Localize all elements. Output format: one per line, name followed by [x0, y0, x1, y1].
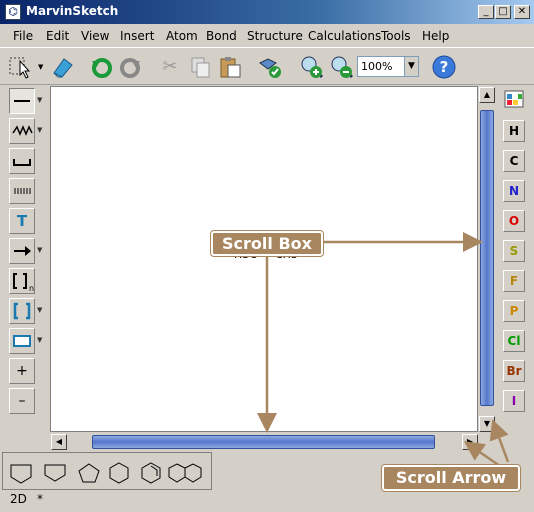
decrease-charge-button[interactable]: – — [9, 388, 35, 414]
status-mode: 2D — [10, 492, 27, 506]
bond-dropdown-icon[interactable]: ▼ — [37, 96, 45, 104]
minimize-button[interactable]: _ — [478, 5, 494, 19]
undo-icon[interactable] — [88, 53, 116, 81]
menu-bond[interactable]: Bond — [206, 29, 237, 43]
element-button-p[interactable]: P — [503, 300, 525, 322]
horizontal-scroll-box[interactable] — [92, 435, 435, 449]
zoom-out-icon[interactable] — [328, 53, 356, 81]
redo-icon[interactable] — [116, 53, 144, 81]
scroll-up-arrow-icon[interactable]: ▲ — [479, 87, 495, 103]
title-bar: ⌬ MarvinSketch _ □ ✕ — [0, 0, 534, 24]
hashed-line-tool[interactable] — [9, 178, 35, 204]
periodic-table-icon[interactable] — [503, 88, 525, 110]
status-bar: 2D * — [0, 490, 534, 512]
reaction-arrow-tool[interactable] — [9, 148, 35, 174]
copy-icon[interactable] — [186, 53, 214, 81]
arrow-dropdown-icon[interactable]: ▼ — [37, 246, 45, 254]
element-button-cl[interactable]: Cl — [503, 330, 525, 352]
benzene-template-icon — [141, 462, 161, 484]
increase-charge-button[interactable]: + — [9, 358, 35, 384]
element-button-f[interactable]: F — [503, 270, 525, 292]
close-button[interactable]: ✕ — [514, 5, 530, 19]
scroll-left-arrow-icon[interactable]: ◀ — [51, 434, 67, 450]
cyclopentane-template-icon — [78, 463, 100, 483]
help-icon[interactable]: ? — [430, 53, 458, 81]
scroll-arrow-callout: Scroll Arrow — [382, 465, 520, 491]
menu-tools[interactable]: Tools — [381, 29, 411, 43]
maximize-button[interactable]: □ — [495, 5, 511, 19]
template-toolbar — [2, 452, 212, 490]
zoom-dropdown-arrow-icon[interactable]: ▼ — [404, 57, 418, 76]
cyclopropyl-template-icon — [10, 464, 32, 484]
menu-help[interactable]: Help — [422, 29, 449, 43]
text-tool[interactable]: T — [9, 208, 35, 234]
rectangle-tool[interactable] — [9, 328, 35, 354]
polymer-bracket-tool[interactable]: n — [9, 268, 35, 294]
svg-text:?: ? — [440, 58, 449, 76]
menu-file[interactable]: File — [13, 29, 33, 43]
window-title: MarvinSketch — [26, 4, 119, 18]
menu-edit[interactable]: Edit — [46, 29, 69, 43]
selection-tool-icon[interactable] — [6, 53, 34, 81]
element-button-n[interactable]: N — [503, 180, 525, 202]
menu-structure[interactable]: Structure — [247, 29, 303, 43]
chain-dropdown-icon[interactable]: ▼ — [37, 126, 45, 134]
single-bond-tool[interactable] — [9, 88, 35, 114]
pyridine-template-icon — [44, 464, 66, 482]
main-toolbar: ▼ ✂ 100% ▼ ? — [0, 49, 534, 85]
naphthalene-template-icon — [168, 463, 202, 483]
vertical-scroll-box[interactable] — [480, 110, 494, 406]
template-shapes — [10, 462, 202, 484]
element-button-o[interactable]: O — [503, 210, 525, 232]
menu-atom[interactable]: Atom — [166, 29, 198, 43]
element-button-h[interactable]: H — [503, 120, 525, 142]
chain-tool[interactable] — [9, 118, 35, 144]
arrow-tool[interactable] — [9, 238, 35, 264]
eraser-icon[interactable] — [48, 53, 76, 81]
bracket-dropdown-icon[interactable]: ▼ — [37, 306, 45, 314]
scroll-box-callout: Scroll Box — [211, 231, 323, 256]
element-button-br[interactable]: Br — [503, 360, 525, 382]
scroll-right-arrow-icon[interactable]: ▶ — [462, 434, 478, 450]
paste-icon[interactable] — [216, 53, 244, 81]
zoom-in-icon[interactable] — [298, 53, 326, 81]
selection-dropdown-icon[interactable]: ▼ — [38, 63, 43, 71]
menu-insert[interactable]: Insert — [120, 29, 154, 43]
app-icon: ⌬ — [5, 4, 21, 20]
cyclohexane-template-icon — [109, 462, 129, 484]
cut-icon[interactable]: ✂ — [156, 53, 184, 81]
menu-view[interactable]: View — [81, 29, 109, 43]
menu-bar: File Edit View Insert Atom Bond Structur… — [0, 24, 534, 48]
bracket-tool[interactable] — [9, 298, 35, 324]
svg-text:n: n — [29, 284, 34, 293]
clean-structure-icon[interactable] — [256, 53, 284, 81]
element-button-c[interactable]: C — [503, 150, 525, 172]
status-modified: * — [37, 492, 43, 506]
scroll-down-arrow-icon[interactable]: ▼ — [479, 416, 495, 432]
rectangle-dropdown-icon[interactable]: ▼ — [37, 336, 45, 344]
menu-calculations[interactable]: Calculations — [308, 29, 381, 43]
scroll-arrow-pointer-up — [489, 419, 510, 463]
element-button-s[interactable]: S — [503, 240, 525, 262]
element-button-i[interactable]: I — [503, 390, 525, 412]
